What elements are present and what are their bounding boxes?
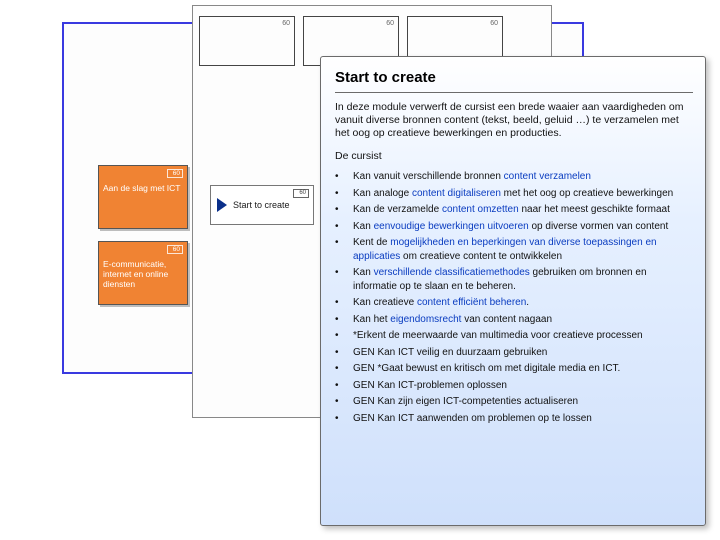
highlight-text: content verzamelen	[504, 171, 591, 182]
competency-item: •GEN Kan zijn eigen ICT-competenties act…	[335, 395, 693, 409]
bullet-icon: •	[335, 412, 353, 426]
competency-item: •*Erkent de meerwaarde van multimedia vo…	[335, 329, 693, 343]
competency-text: Kan verschillende classificatiemethodes …	[353, 266, 693, 293]
competency-item: •GEN Kan ICT aanwenden om problemen op t…	[335, 412, 693, 426]
callout-lead: De cursist	[335, 150, 693, 162]
competency-text: Kan de verzamelde content omzetten naar …	[353, 203, 693, 217]
competency-text: GEN Kan ICT aanwenden om problemen op te…	[353, 412, 693, 426]
credits-badge: 60	[293, 189, 309, 198]
module-details-callout: Start to create In deze module verwerft …	[320, 56, 706, 526]
highlight-text: eenvoudige bewerkingen uitvoeren	[374, 221, 529, 232]
competency-item: •GEN Kan ICT-problemen oplossen	[335, 379, 693, 393]
competency-item: •GEN *Gaat bewust en kritisch om met dig…	[335, 362, 693, 376]
bullet-icon: •	[335, 395, 353, 409]
competency-text: Kan het eigendomsrecht van content nagaa…	[353, 313, 693, 327]
credits-badge: 60	[167, 245, 183, 254]
competency-text: *Erkent de meerwaarde van multimedia voo…	[353, 329, 693, 343]
highlight-text: content digitaliseren	[412, 188, 501, 199]
bullet-icon: •	[335, 313, 353, 327]
competency-item: •Kan verschillende classificatiemethodes…	[335, 266, 693, 293]
callout-intro: In deze module verwerft de cursist een b…	[335, 101, 693, 140]
competency-text: GEN Kan zijn eigen ICT-competenties actu…	[353, 395, 693, 409]
bullet-icon: •	[335, 379, 353, 393]
highlight-text: verschillende classificatiemethodes	[374, 267, 530, 278]
competency-list: •Kan vanuit verschillende bronnen conten…	[335, 170, 693, 428]
module-card-e-communicatie: 60 E-communicatie, internet en online di…	[98, 241, 188, 305]
competency-item: •Kan het eigendomsrecht van content naga…	[335, 313, 693, 327]
bullet-icon: •	[335, 329, 353, 343]
competency-item: •Kan vanuit verschillende bronnen conten…	[335, 170, 693, 184]
play-triangle-icon	[217, 198, 227, 212]
bullet-icon: •	[335, 170, 353, 184]
bullet-icon: •	[335, 203, 353, 217]
bullet-icon: •	[335, 236, 353, 263]
competency-text: Kan analoge content digitaliseren met he…	[353, 187, 693, 201]
competency-text: GEN Kan ICT-problemen oplossen	[353, 379, 693, 393]
credits-badge: 60	[167, 169, 183, 178]
bullet-icon: •	[335, 187, 353, 201]
competency-text: Kan creatieve content efficiënt beheren.	[353, 296, 693, 310]
competency-text: GEN *Gaat bewust en kritisch om met digi…	[353, 362, 693, 376]
bullet-icon: •	[335, 346, 353, 360]
competency-item: •GEN Kan ICT veilig en duurzaam gebruike…	[335, 346, 693, 360]
module-card-aan-de-slag: 60 Aan de slag met ICT	[98, 165, 188, 229]
highlight-text: content efficiënt beheren	[417, 297, 526, 308]
bullet-icon: •	[335, 220, 353, 234]
callout-title: Start to create	[335, 69, 693, 86]
competency-item: •Kent de mogelijkheden en beperkingen va…	[335, 236, 693, 263]
competency-text: Kent de mogelijkheden en beperkingen van…	[353, 236, 693, 263]
linked-module-label: Start to create	[233, 200, 290, 210]
bullet-icon: •	[335, 362, 353, 376]
bullet-icon: •	[335, 266, 353, 293]
competency-item: •Kan creatieve content efficiënt beheren…	[335, 296, 693, 310]
highlight-text: eigendomsrecht	[390, 314, 461, 325]
competency-text: Kan eenvoudige bewerkingen uitvoeren op …	[353, 220, 693, 234]
module-card-label: E-communicatie, internet en online diens…	[103, 259, 168, 289]
module-card-label: Aan de slag met ICT	[103, 183, 180, 193]
competency-item: •Kan analoge content digitaliseren met h…	[335, 187, 693, 201]
bg-module-card: 60	[199, 16, 295, 66]
bullet-icon: •	[335, 296, 353, 310]
highlight-text: mogelijkheden en beperkingen van diverse…	[353, 237, 657, 262]
divider	[335, 92, 693, 93]
competency-text: GEN Kan ICT veilig en duurzaam gebruiken	[353, 346, 693, 360]
competency-item: •Kan de verzamelde content omzetten naar…	[335, 203, 693, 217]
competency-item: •Kan eenvoudige bewerkingen uitvoeren op…	[335, 220, 693, 234]
highlight-text: content omzetten	[442, 204, 519, 215]
competency-text: Kan vanuit verschillende bronnen content…	[353, 170, 693, 184]
linked-module-box: Start to create 60	[210, 185, 314, 225]
